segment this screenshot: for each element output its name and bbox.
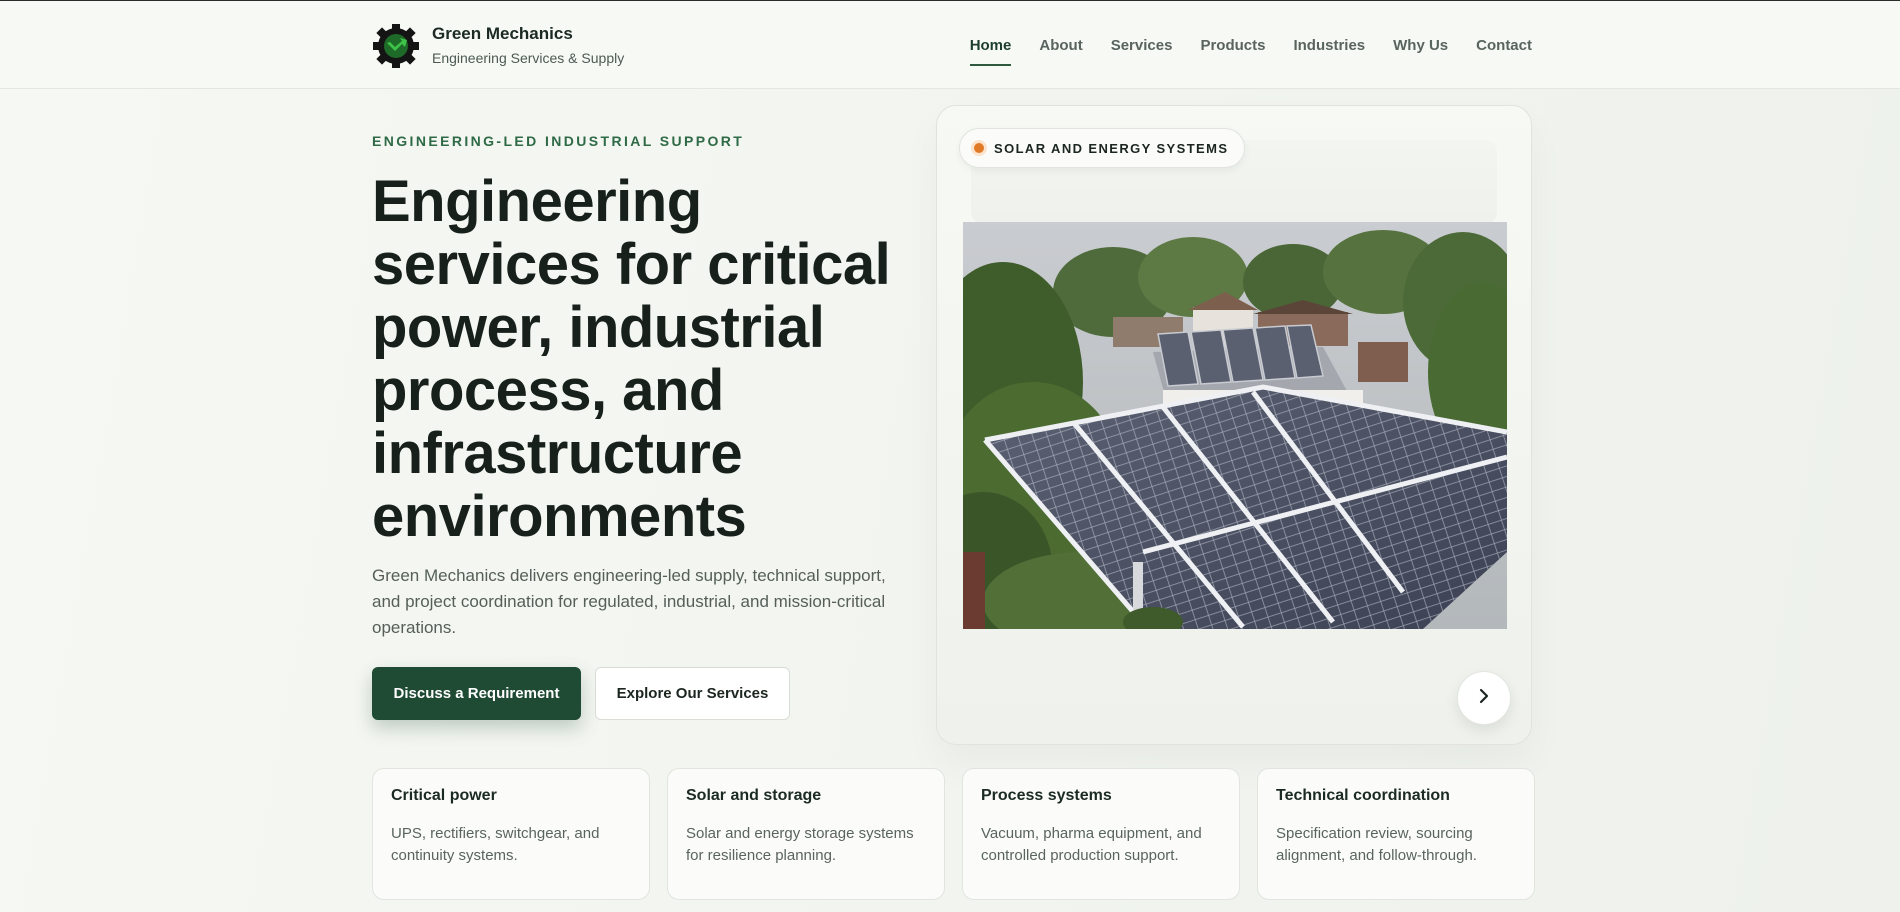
brand-tagline: Engineering Services & Supply: [432, 50, 625, 66]
feature-text: Vacuum, pharma equipment, and controlled…: [981, 825, 1202, 864]
nav-about[interactable]: About: [1039, 37, 1082, 66]
hero-lede: Green Mechanics delivers engineering-led…: [372, 566, 886, 637]
feature-card-technical-coordination[interactable]: Technical coordination Specification rev…: [1257, 768, 1535, 900]
hero-eyebrow: ENGINEERING-LED INDUSTRIAL SUPPORT: [372, 133, 745, 149]
discuss-requirement-button[interactable]: Discuss a Requirement: [372, 667, 581, 720]
feature-text: Specification review, sourcing alignment…: [1276, 825, 1477, 864]
nav-industries[interactable]: Industries: [1293, 37, 1365, 66]
nav-why-us[interactable]: Why Us: [1393, 37, 1448, 66]
nav-products[interactable]: Products: [1200, 37, 1265, 66]
feature-cards: Critical power UPS, rectifiers, switchge…: [372, 768, 1535, 900]
feature-text: UPS, rectifiers, switchgear, and continu…: [391, 825, 600, 864]
feature-text: Solar and energy storage systems for res…: [686, 825, 914, 864]
feature-card-critical-power[interactable]: Critical power UPS, rectifiers, switchge…: [372, 768, 650, 900]
chevron-right-icon: [1477, 688, 1491, 709]
feature-card-process-systems[interactable]: Process systems Vacuum, pharma equipment…: [962, 768, 1240, 900]
showcase-badge-label: SOLAR AND ENERGY SYSTEMS: [994, 140, 1229, 156]
hero-showcase-card: SOLAR AND ENERGY SYSTEMS: [936, 105, 1532, 745]
nav-home[interactable]: Home: [969, 37, 1012, 66]
logo-gear-wrench-icon[interactable]: [372, 23, 420, 69]
brand-name[interactable]: Green Mechanics: [432, 24, 573, 44]
feature-title: Solar and storage: [686, 787, 822, 804]
solar-panels-image: [963, 222, 1507, 629]
explore-services-button[interactable]: Explore Our Services: [595, 667, 790, 720]
feature-title: Technical coordination: [1276, 787, 1450, 804]
feature-card-solar-storage[interactable]: Solar and storage Solar and energy stora…: [667, 768, 945, 900]
site-header: Green Mechanics Engineering Services & S…: [0, 1, 1900, 89]
nav-services[interactable]: Services: [1111, 37, 1173, 66]
carousel-next-button[interactable]: [1457, 671, 1511, 725]
showcase-badge: SOLAR AND ENERGY SYSTEMS: [959, 128, 1246, 168]
feature-title: Process systems: [981, 787, 1112, 804]
feature-title: Critical power: [391, 787, 497, 804]
status-dot-icon: [974, 143, 984, 153]
main-nav: Home About Services Products Industries …: [969, 37, 1532, 66]
hero-title: Engineering services for critical power,…: [372, 169, 891, 549]
nav-contact[interactable]: Contact: [1476, 37, 1532, 66]
